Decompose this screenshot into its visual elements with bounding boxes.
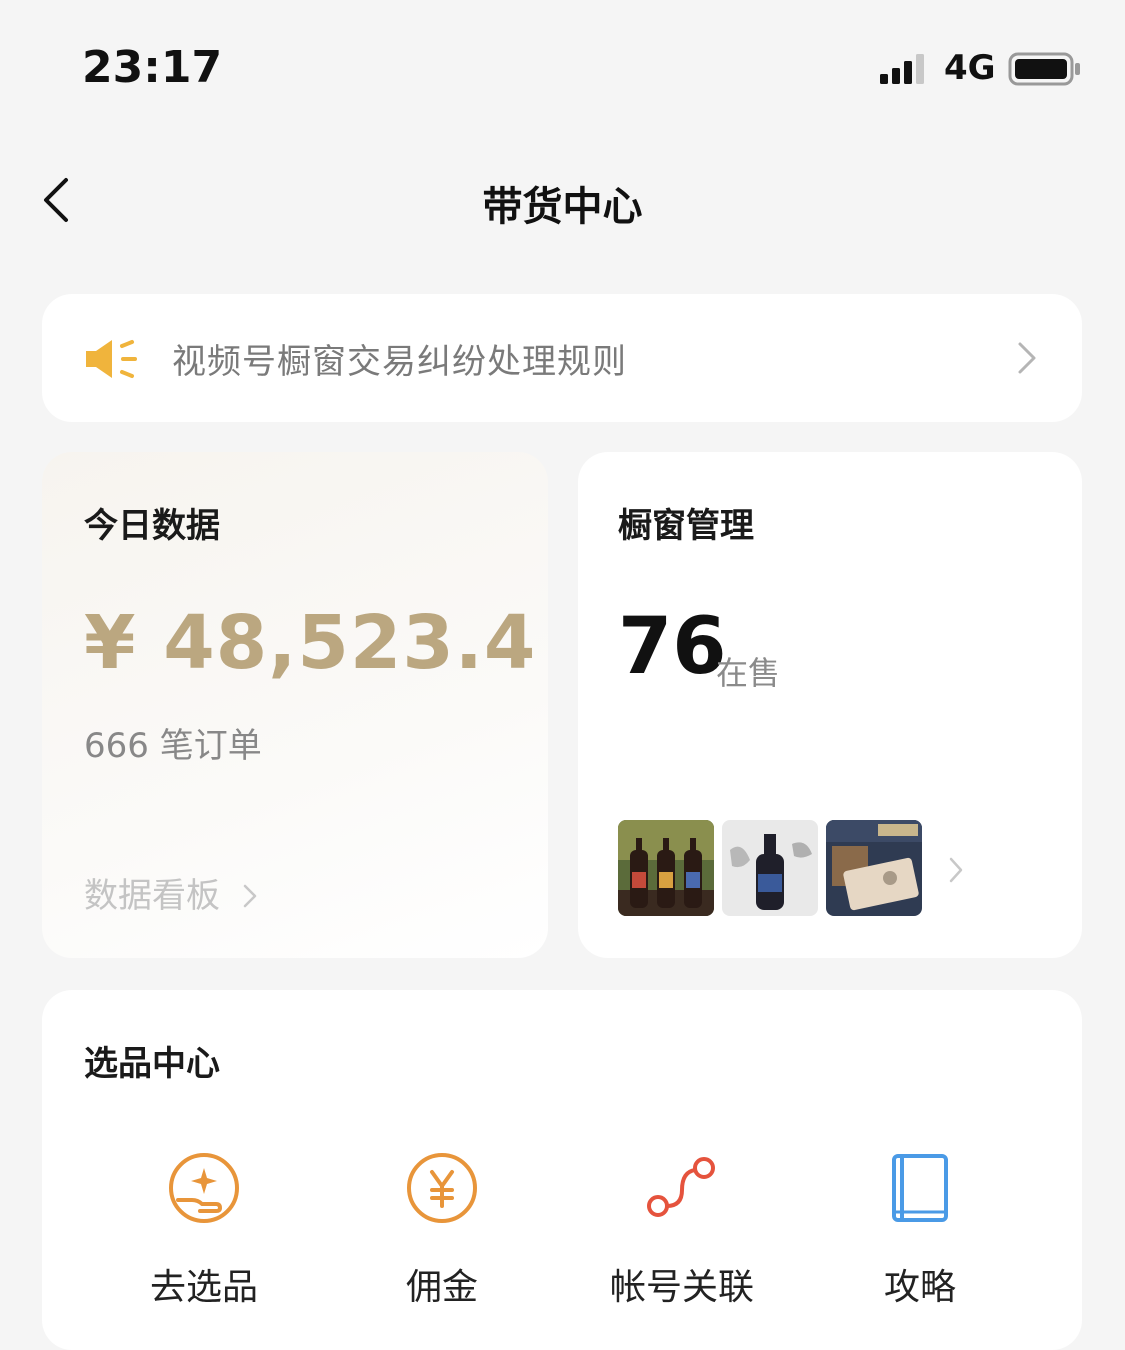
status-bar: 23:17 4G xyxy=(0,0,1125,140)
product-thumbnail xyxy=(618,820,714,916)
commission-label: 佣金 xyxy=(405,1267,478,1308)
yuan-coin-icon xyxy=(407,1153,477,1223)
chevron-right-icon xyxy=(243,884,257,908)
notice-banner[interactable]: 视频号橱窗交易纠纷处理规则 xyxy=(42,294,1082,422)
go-select-label: 去选品 xyxy=(149,1267,258,1308)
hand-sparkle-icon xyxy=(169,1153,239,1223)
product-thumbnail xyxy=(722,820,818,916)
page-title: 带货中心 xyxy=(482,184,643,230)
today-data-title: 今日数据 xyxy=(84,506,220,546)
commission-button[interactable]: 佣金 xyxy=(342,1150,542,1320)
signal-icon xyxy=(880,54,924,84)
on-sale-count: 76 xyxy=(618,602,727,692)
go-select-button[interactable]: 去选品 xyxy=(104,1150,304,1320)
data-dashboard-label: 数据看板 xyxy=(84,876,220,916)
guide-button[interactable]: 攻略 xyxy=(820,1150,1020,1320)
chevron-right-icon xyxy=(1018,342,1036,374)
status-time: 23:17 xyxy=(82,42,223,93)
order-count: 666 笔订单 xyxy=(84,726,262,766)
showcase-management-card[interactable]: 橱窗管理 76 在售 xyxy=(578,452,1082,958)
selection-center-title: 选品中心 xyxy=(84,1044,220,1084)
book-icon xyxy=(892,1154,948,1222)
battery-icon xyxy=(1008,52,1080,86)
showcase-title: 橱窗管理 xyxy=(618,506,754,546)
gmv-amount: ¥ 48,523.4 xyxy=(84,600,537,686)
account-link-button[interactable]: 帐号关联 xyxy=(582,1150,782,1320)
link-path-icon xyxy=(647,1157,715,1217)
account-link-label: 帐号关联 xyxy=(609,1267,754,1308)
selection-tools: 去选品 佣金 帐号关联 攻略 xyxy=(42,1150,1082,1330)
guide-label: 攻略 xyxy=(883,1267,956,1308)
product-selection-card: 选品中心 去选品 佣金 帐号关联 攻略 xyxy=(42,990,1082,1350)
today-data-card: 今日数据 ¥ 48,523.4 666 笔订单 数据看板 xyxy=(42,452,548,958)
product-thumbnail xyxy=(826,820,922,916)
data-dashboard-link[interactable]: 数据看板 xyxy=(84,868,257,917)
chevron-right-icon xyxy=(949,857,963,883)
navigation-bar: 带货中心 xyxy=(0,150,1125,250)
on-sale-label: 在售 xyxy=(716,654,781,692)
network-type: 4G xyxy=(944,48,996,88)
speaker-icon xyxy=(86,340,137,378)
notice-text: 视频号橱窗交易纠纷处理规则 xyxy=(172,342,627,382)
